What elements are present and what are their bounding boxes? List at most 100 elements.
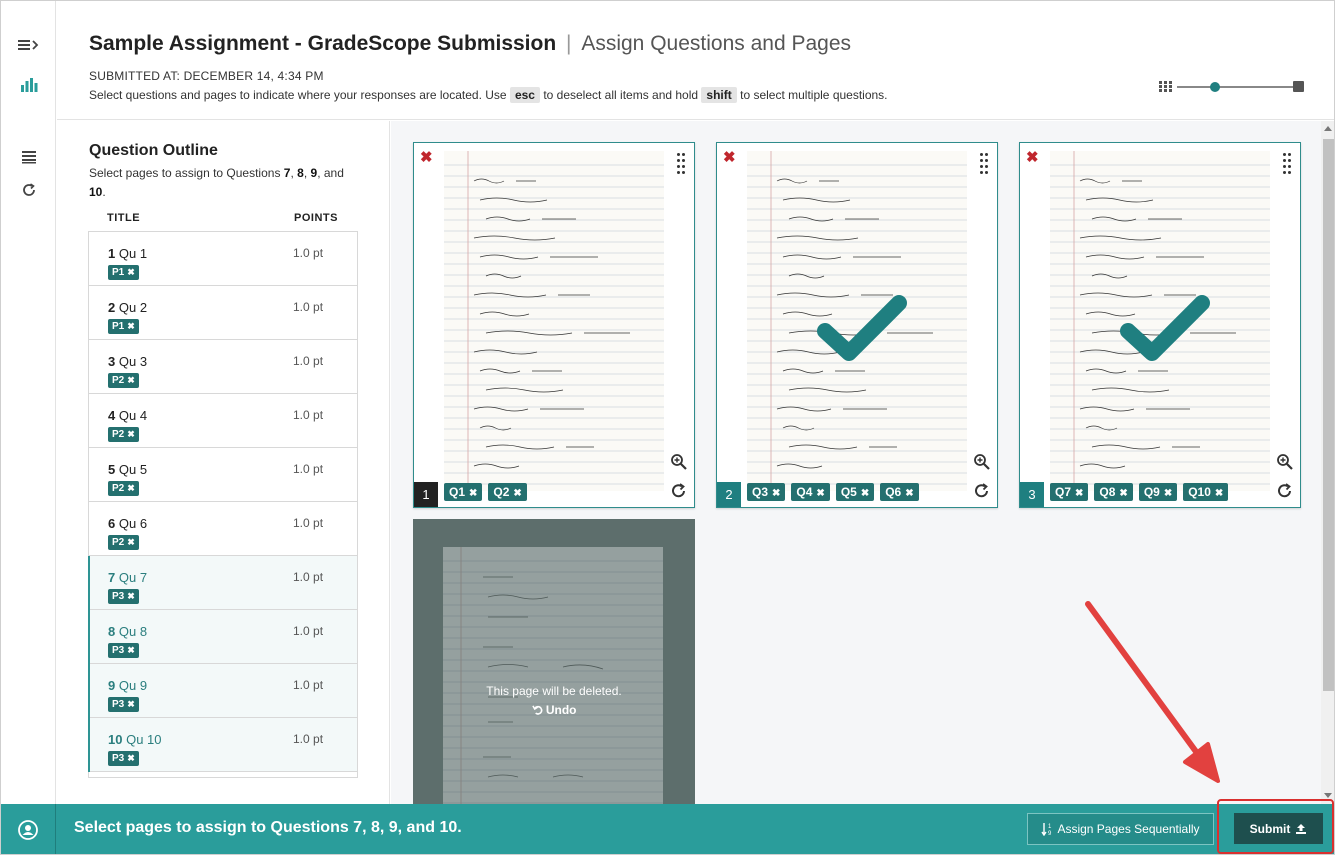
question-row[interactable]: 9 Qu 9 1.0 pt P3 ✖ xyxy=(88,664,357,718)
question-tag[interactable]: Q2 ✖ xyxy=(488,483,527,501)
question-tag[interactable]: Q8 ✖ xyxy=(1094,483,1133,501)
rotate-page-button[interactable] xyxy=(973,482,991,500)
remove-tag-icon[interactable]: ✖ xyxy=(127,483,135,493)
question-title: 9 Qu 9 xyxy=(108,678,147,693)
question-row[interactable]: 2 Qu 2 1.0 pt P1 ✖ xyxy=(89,286,357,340)
zoom-in-button[interactable] xyxy=(670,453,688,471)
outline-view-button[interactable] xyxy=(1,140,56,174)
remove-tag-icon[interactable]: ✖ xyxy=(127,591,135,601)
question-row[interactable]: 4 Qu 4 1.0 pt P2 ✖ xyxy=(89,394,357,448)
page-card[interactable]: ✖ 1 Q1 ✖ Q2 ✖ xyxy=(413,142,695,508)
page-tag[interactable]: P3 ✖ xyxy=(108,643,139,658)
scroll-down-arrow[interactable] xyxy=(1324,793,1332,798)
rotate-page-button[interactable] xyxy=(1276,482,1294,500)
drag-handle-icon[interactable] xyxy=(1283,153,1291,174)
page-tag[interactable]: P2 ✖ xyxy=(108,481,139,496)
remove-tag-icon[interactable]: ✖ xyxy=(1215,488,1223,499)
remove-tag-icon[interactable]: ✖ xyxy=(861,488,869,499)
remove-tag-icon[interactable]: ✖ xyxy=(1075,488,1083,499)
page-card[interactable]: ✖ 2 Q3 ✖ Q4 ✖ Q5 ✖ Q6 ✖ xyxy=(716,142,998,508)
question-tag-label: Q6 xyxy=(885,485,902,499)
remove-tag-icon[interactable]: ✖ xyxy=(127,753,135,763)
menu-expand-button[interactable] xyxy=(1,28,56,62)
delete-page-button[interactable]: ✖ xyxy=(420,148,433,166)
instructions-part2: to deselect all items and hold xyxy=(543,88,699,102)
page-question-tags: Q1 ✖ Q2 ✖ xyxy=(444,483,527,501)
question-tag[interactable]: Q9 ✖ xyxy=(1138,483,1178,501)
page-tag[interactable]: P3 ✖ xyxy=(108,697,139,712)
remove-tag-icon[interactable]: ✖ xyxy=(127,429,135,439)
pages-scrollbar[interactable] xyxy=(1321,121,1334,804)
page-tag[interactable]: P2 ✖ xyxy=(108,373,139,388)
remove-tag-icon[interactable]: ✖ xyxy=(127,645,135,655)
sort-numeric-icon: 1 9 xyxy=(1041,823,1052,836)
assign-pages-sequentially-button[interactable]: 1 9 Assign Pages Sequentially xyxy=(1027,813,1214,845)
zoom-knob[interactable] xyxy=(1210,82,1221,92)
remove-tag-icon[interactable]: ✖ xyxy=(772,488,780,499)
scroll-thumb[interactable] xyxy=(1323,139,1334,691)
outline-desc-prefix: Select pages to assign to Questions xyxy=(89,166,284,180)
question-tag[interactable]: Q5 ✖ xyxy=(835,483,875,501)
question-row[interactable]: 7 Qu 7 1.0 pt P3 ✖ xyxy=(88,556,357,610)
question-name: Qu 7 xyxy=(118,570,148,585)
zoom-track[interactable] xyxy=(1177,86,1293,88)
question-tag[interactable]: Q4 ✖ xyxy=(791,483,830,501)
question-tag[interactable]: Q7 ✖ xyxy=(1050,483,1089,501)
page-tag-label: P2 xyxy=(112,429,125,440)
page-tag[interactable]: P2 ✖ xyxy=(108,427,139,442)
remove-tag-icon[interactable]: ✖ xyxy=(127,267,135,277)
submit-button[interactable]: Submit xyxy=(1234,813,1323,844)
statistics-button[interactable] xyxy=(1,68,56,102)
zoom-in-icon xyxy=(671,454,687,470)
zoom-in-button[interactable] xyxy=(1276,453,1294,471)
remove-tag-icon[interactable]: ✖ xyxy=(1164,488,1172,499)
outline-column-headers: TITLE POINTS xyxy=(107,212,357,224)
zoom-in-button[interactable] xyxy=(973,453,991,471)
delete-page-button[interactable]: ✖ xyxy=(1026,148,1039,166)
remove-tag-icon[interactable]: ✖ xyxy=(513,488,521,499)
account-button[interactable] xyxy=(1,804,56,854)
remove-tag-icon[interactable]: ✖ xyxy=(127,375,135,385)
rotate-page-button[interactable] xyxy=(670,482,688,500)
remove-tag-icon[interactable]: ✖ xyxy=(127,699,135,709)
question-row[interactable]: 6 Qu 6 1.0 pt P2 ✖ xyxy=(89,502,357,556)
remove-tag-icon[interactable]: ✖ xyxy=(816,488,824,499)
question-number: 1 xyxy=(108,246,116,261)
question-row[interactable]: 1 Qu 1 1.0 pt P1 ✖ xyxy=(89,232,357,286)
zoom-slider[interactable] xyxy=(1159,79,1304,95)
refresh-button[interactable] xyxy=(1,173,56,207)
remove-tag-icon[interactable]: ✖ xyxy=(127,537,135,547)
page-tag[interactable]: P3 ✖ xyxy=(108,589,139,604)
question-title: 2 Qu 2 xyxy=(108,300,147,315)
page-number: 3 xyxy=(1020,482,1044,507)
question-row[interactable]: 3 Qu 3 1.0 pt P2 ✖ xyxy=(89,340,357,394)
page-tag[interactable]: P2 ✖ xyxy=(108,535,139,550)
remove-tag-icon[interactable]: ✖ xyxy=(1119,488,1127,499)
question-row[interactable]: 8 Qu 8 1.0 pt P3 ✖ xyxy=(88,610,357,664)
question-tag[interactable]: Q1 ✖ xyxy=(444,483,483,501)
remove-tag-icon[interactable]: ✖ xyxy=(127,321,135,331)
question-row[interactable]: 5 Qu 5 1.0 pt P2 ✖ xyxy=(89,448,357,502)
undo-button[interactable]: Undo xyxy=(413,703,695,717)
page-tag[interactable]: P3 ✖ xyxy=(108,751,139,766)
question-name: Qu 1 xyxy=(118,246,148,261)
svg-text:9: 9 xyxy=(1048,831,1052,836)
remove-tag-icon[interactable]: ✖ xyxy=(469,488,477,499)
page-tag[interactable]: P1 ✖ xyxy=(108,319,139,334)
question-number: 5 xyxy=(108,462,116,477)
drag-handle-icon[interactable] xyxy=(980,153,988,174)
scroll-up-arrow[interactable] xyxy=(1324,126,1332,131)
question-tag[interactable]: Q10 ✖ xyxy=(1183,483,1229,501)
remove-tag-icon[interactable]: ✖ xyxy=(905,488,913,499)
page-card[interactable]: ✖ 3 Q7 ✖ Q8 ✖ Q9 ✖ Q10 ✖ xyxy=(1019,142,1301,508)
check-icon xyxy=(817,295,907,361)
question-number: 2 xyxy=(108,300,116,315)
page-tag[interactable]: P1 ✖ xyxy=(108,265,139,280)
question-tag[interactable]: Q6 ✖ xyxy=(880,483,919,501)
question-title: 1 Qu 1 xyxy=(108,246,147,261)
delete-page-button[interactable]: ✖ xyxy=(723,148,736,166)
question-row[interactable]: 10 Qu 10 1.0 pt P3 ✖ xyxy=(88,718,357,772)
question-tag[interactable]: Q3 ✖ xyxy=(747,483,786,501)
page-number: 1 xyxy=(414,482,438,507)
drag-handle-icon[interactable] xyxy=(677,153,685,174)
